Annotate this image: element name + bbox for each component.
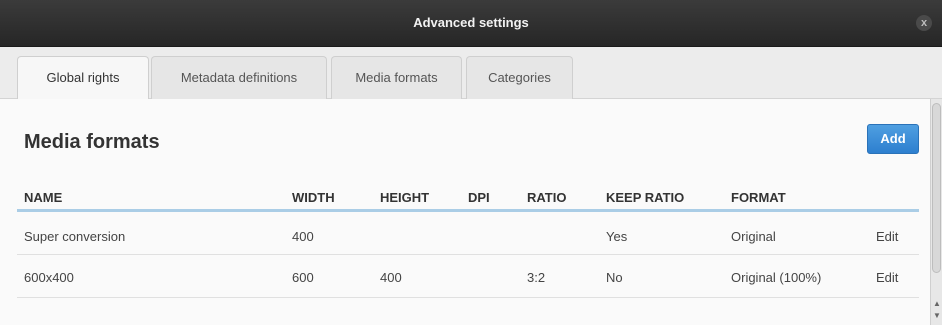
cell-format: Original (100%)	[731, 270, 822, 285]
column-header-width[interactable]: WIDTH	[292, 190, 335, 205]
scrollbar-thumb[interactable]	[932, 103, 941, 273]
column-header-height[interactable]: HEIGHT	[380, 190, 429, 205]
cell-width: 400	[292, 229, 314, 244]
chevron-up-icon[interactable]: ▲	[932, 299, 942, 309]
advanced-settings-dialog: Advanced settings x Global rights Metada…	[0, 0, 942, 325]
add-button[interactable]: Add	[867, 124, 919, 154]
row-divider	[17, 254, 919, 255]
cell-format: Original	[731, 229, 776, 244]
cell-width: 600	[292, 270, 314, 285]
cell-keep-ratio: Yes	[606, 229, 628, 244]
header-divider	[17, 209, 919, 212]
cell-name: Super conversion	[24, 229, 126, 244]
row-divider	[17, 297, 919, 298]
close-icon[interactable]: x	[916, 15, 932, 31]
dialog-title: Advanced settings	[413, 15, 529, 30]
tab-metadata-definitions[interactable]: Metadata definitions	[151, 56, 327, 99]
tab-media-formats[interactable]: Media formats	[331, 56, 462, 99]
media-formats-panel: Media formats Add NAME WIDTH HEIGHT DPI …	[0, 99, 930, 325]
edit-link[interactable]: Edit	[876, 270, 898, 285]
page-title: Media formats	[24, 131, 160, 153]
column-header-name[interactable]: NAME	[24, 190, 62, 205]
vertical-scrollbar[interactable]: ▲ ▼	[930, 99, 942, 325]
tab-categories[interactable]: Categories	[466, 56, 573, 99]
cell-keep-ratio: No	[606, 270, 623, 285]
tab-global-rights[interactable]: Global rights	[17, 56, 149, 100]
cell-name: 600x400	[24, 270, 74, 285]
tab-bar: Global rights Metadata definitions Media…	[0, 47, 942, 100]
column-header-format[interactable]: FORMAT	[731, 190, 786, 205]
column-header-ratio[interactable]: RATIO	[527, 190, 566, 205]
column-header-keep-ratio[interactable]: KEEP RATIO	[606, 190, 684, 205]
cell-ratio: 3:2	[527, 270, 546, 285]
chevron-down-icon[interactable]: ▼	[932, 311, 942, 321]
cell-height: 400	[380, 270, 402, 285]
column-header-dpi[interactable]: DPI	[468, 190, 490, 205]
dialog-titlebar: Advanced settings x	[0, 0, 942, 47]
edit-link[interactable]: Edit	[876, 229, 898, 244]
